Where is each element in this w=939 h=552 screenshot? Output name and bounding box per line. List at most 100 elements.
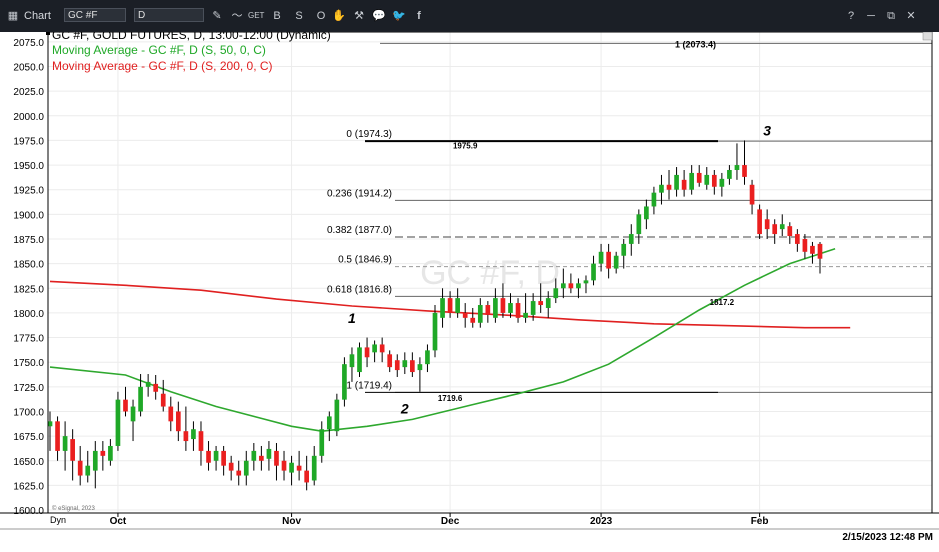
candle-body: [666, 184, 672, 190]
b-icon[interactable]: B: [270, 9, 284, 23]
candle: [757, 204, 762, 239]
candle-body: [402, 360, 408, 368]
candle-body: [289, 462, 294, 473]
candle-body: [100, 450, 106, 456]
fib-label: 0.382 (1877.0): [327, 225, 392, 236]
candle-body: [410, 360, 415, 373]
candle-body: [455, 298, 460, 313]
x-tick-label: 2023: [590, 516, 613, 527]
window-title: Chart: [24, 10, 51, 22]
candle-body: [213, 450, 219, 461]
interval-input[interactable]: D: [134, 8, 204, 22]
y-tick-label: 1850.0: [13, 260, 44, 271]
copyright-label: © eSignal, 2023: [52, 505, 95, 512]
candle-body: [470, 317, 476, 323]
expand-icon[interactable]: [922, 31, 933, 41]
twitter-icon[interactable]: 🐦: [392, 9, 406, 23]
x-tick-label: Nov: [282, 516, 301, 527]
help-icon[interactable]: ?: [844, 9, 858, 23]
candle-body: [757, 209, 762, 235]
candle-body: [447, 298, 453, 313]
candle: [115, 391, 121, 451]
candle-body: [417, 364, 423, 371]
y-tick-label: 1725.0: [13, 383, 44, 394]
restore-icon[interactable]: ⧉: [884, 9, 898, 23]
candle-body: [145, 381, 151, 387]
symbol-input[interactable]: GC #F: [64, 8, 126, 22]
candle-body: [530, 301, 536, 315]
fib-label: 1 (1719.4): [346, 380, 392, 391]
app-toolbar: ▦ Chart GC #F D ✎ 〜 GET B S O ✋ ⚒ 💬 🐦 f …: [0, 0, 939, 32]
candle-body: [92, 450, 98, 471]
candle-body: [326, 416, 332, 430]
candle-body: [538, 301, 544, 306]
candle-body: [85, 465, 91, 476]
candle-body: [621, 243, 627, 256]
candle-body: [130, 406, 136, 422]
close-icon[interactable]: ✕: [904, 9, 918, 23]
minimize-icon[interactable]: ─: [864, 9, 878, 23]
tool-icon[interactable]: ⚒: [352, 9, 366, 23]
s-icon[interactable]: S: [292, 9, 306, 23]
pencil-icon[interactable]: ✎: [210, 9, 224, 23]
y-tick-label: 1750.0: [13, 358, 44, 369]
candle-body: [425, 350, 430, 365]
candle-body: [477, 305, 483, 323]
candle-body: [553, 288, 559, 299]
fib-label: 0.236 (1914.2): [327, 188, 392, 199]
comment-icon[interactable]: 💬: [372, 9, 386, 23]
candle-body: [281, 460, 287, 471]
candle-body: [583, 280, 589, 284]
hand-icon[interactable]: ✋: [332, 9, 346, 23]
facebook-icon[interactable]: f: [412, 9, 426, 23]
wave-label: 3: [763, 122, 771, 138]
candle-body: [719, 178, 725, 187]
candle-body: [168, 406, 174, 422]
x-tick-label: Dec: [441, 516, 460, 527]
candle-body: [243, 460, 249, 476]
chart-app-icon: ▦: [7, 10, 19, 22]
candle-body: [304, 470, 310, 483]
price-annotation: 1817.2: [710, 298, 735, 307]
y-tick-label: 2025.0: [13, 87, 44, 98]
candle-body: [560, 283, 566, 289]
candle-body: [440, 298, 445, 318]
y-tick-label: 1975.0: [13, 136, 44, 147]
candle-body: [545, 298, 551, 308]
candle-body: [787, 226, 793, 237]
wave-label: 2: [400, 400, 409, 416]
get-icon[interactable]: GET: [248, 9, 264, 23]
candle-body: [795, 234, 800, 244]
candle-body: [364, 347, 370, 358]
candle-body: [394, 360, 400, 371]
candle-body: [734, 165, 740, 170]
wave-icon[interactable]: 〜: [230, 9, 244, 23]
candle-body: [500, 298, 506, 313]
price-annotation: 1719.6: [438, 394, 463, 403]
candle-body: [523, 312, 528, 318]
candle-body: [357, 347, 362, 373]
y-tick-label: 1675.0: [13, 432, 44, 443]
candle-body: [123, 399, 128, 412]
fib-label: 0 (1974.3): [346, 129, 392, 140]
y-tick-label: 2000.0: [13, 112, 44, 123]
wave-label: 1: [348, 310, 356, 326]
candle-body: [175, 411, 181, 432]
candle-body: [153, 383, 159, 392]
candle-body: [311, 455, 317, 481]
candle-body: [598, 251, 604, 264]
y-tick-label: 1800.0: [13, 309, 44, 320]
candle-body: [644, 206, 649, 220]
candle-body: [742, 165, 747, 177]
candle-body: [802, 238, 808, 252]
dyn-button[interactable]: Dyn: [50, 515, 66, 525]
candle-body: [485, 305, 491, 315]
chart-watermark: GC #F, D: [420, 254, 560, 292]
candle-body: [591, 263, 596, 281]
chart-frame: GC #F, D 1 (2073.4) 0 (1974.3) 0.236 (1914…: [0, 28, 939, 547]
candle-body: [379, 344, 385, 353]
candle-body: [711, 174, 717, 187]
candle-body: [183, 431, 189, 442]
o-icon[interactable]: O: [314, 9, 328, 23]
price-chart[interactable]: GC #F, D 1 (2073.4) 0 (1974.3) 0.236 (1914…: [0, 28, 939, 547]
